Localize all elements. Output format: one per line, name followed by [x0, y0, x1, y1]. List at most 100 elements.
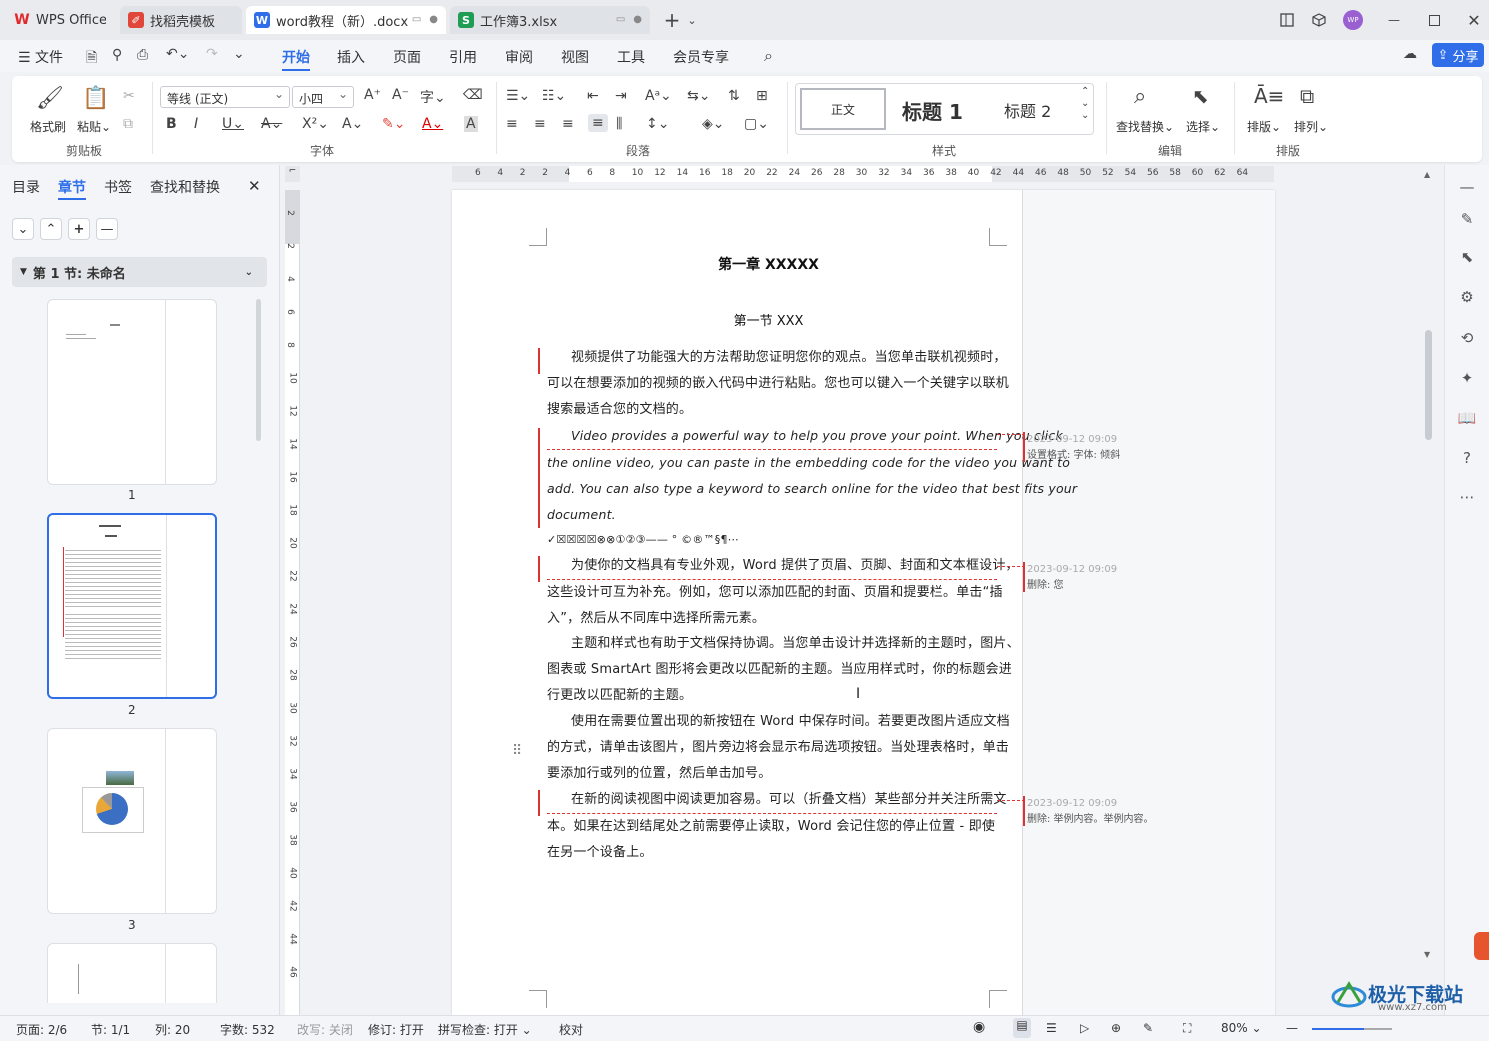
text-effect-icon[interactable]: A⌄ — [342, 116, 363, 132]
copy-icon[interactable]: ⧉ — [123, 116, 133, 132]
paste-button[interactable]: 粘贴⌄ — [77, 118, 111, 135]
search-icon[interactable]: ⌕ — [1134, 84, 1146, 109]
panel-tab-toc[interactable]: 目录 — [12, 177, 40, 197]
panel-tab-find-replace[interactable]: 查找和替换 — [150, 177, 220, 197]
cloud-icon[interactable]: ☁ — [1403, 46, 1417, 62]
drag-handle-icon[interactable]: ⠿ — [512, 743, 522, 759]
symbols-line[interactable]: ✓☒☒☒☒⊗⊗①②③—— ° ©®™§¶⋯ — [547, 527, 997, 553]
zoom-out-icon[interactable]: — — [1286, 1021, 1298, 1035]
show-marks-icon[interactable]: ⊞ — [756, 88, 768, 104]
play-icon[interactable]: ▷ — [1080, 1021, 1089, 1035]
help-icon[interactable]: ? — [1457, 448, 1477, 468]
tab-workbook[interactable]: S 工作簿3.xlsx ▭ ● — [450, 6, 650, 34]
web-view-icon[interactable]: ⊕ — [1111, 1021, 1121, 1035]
tab-word-doc[interactable]: W word教程（新）.docx ▭ ● — [246, 6, 446, 34]
revision-comment[interactable]: 2023-09-12 09:09 删除: 举例内容。举例内容。 — [1023, 796, 1154, 828]
close-icon[interactable]: ✕ — [1464, 10, 1484, 30]
tab-tools[interactable]: 工具 — [617, 47, 645, 67]
pointer-icon[interactable]: ⬉ — [1457, 247, 1477, 267]
vertical-ruler[interactable]: 2 2 4 6 8 10 12 14 16 18 20 22 24 26 28 30 32 34 36 38 40 42 4… — [285, 190, 300, 1015]
scroll-up-icon[interactable]: ▲ — [1424, 170, 1434, 180]
style-heading-2[interactable]: 标题 2 — [1004, 98, 1051, 122]
page-thumbnail-4[interactable] — [47, 943, 217, 1003]
shading-icon[interactable]: ◈⌄ — [702, 116, 725, 132]
document-page[interactable]: 第一章 XXXXX 第一节 XXX 视频提供了功能强大的方法帮助您证明您你的观点… — [452, 190, 1275, 1016]
magic-icon[interactable]: ✦ — [1457, 368, 1477, 388]
clear-format-icon[interactable]: ⌫ — [463, 87, 483, 103]
tab-references[interactable]: 引用 — [449, 47, 477, 67]
spell-check-status[interactable]: 拼写检查: 打开 ⌄ — [438, 1021, 532, 1038]
font-color-icon[interactable]: A⌄ — [422, 116, 443, 132]
bullet-list-icon[interactable]: ☰⌄ — [506, 88, 530, 104]
justify-icon[interactable]: ≡ — [588, 114, 608, 132]
book-icon[interactable]: 📖 — [1457, 408, 1477, 428]
tab-wps-office[interactable]: W WPS Office — [6, 6, 114, 34]
section-indicator[interactable]: 节: 1/1 — [91, 1021, 130, 1038]
pen-mode-icon[interactable]: ✎ — [1143, 1021, 1153, 1035]
style-normal[interactable]: 正文 — [800, 88, 886, 130]
panel-tab-chapters[interactable]: 章节 — [58, 177, 86, 197]
pen-icon[interactable]: ✎ — [1457, 209, 1477, 229]
paragraph-3[interactable]: 为使你的文档具有专业外观，Word 提供了页眉、页脚、封面和文本框设计， 这些设… — [547, 553, 1019, 632]
page-thumbnail-3[interactable] — [47, 728, 217, 914]
paragraph-6[interactable]: 在新的阅读视图中阅读更加容易。可以（折叠文档）某些部分并关注所需文 本。如果在达… — [547, 787, 1006, 866]
word-count[interactable]: 字数: 532 — [220, 1021, 275, 1038]
link-icon[interactable]: ⚲ — [112, 47, 122, 63]
overtype-status[interactable]: 改写: 关闭 — [297, 1021, 353, 1038]
search-icon[interactable]: ⌕ — [764, 46, 773, 66]
phonetic-icon[interactable]: 字⌄ — [420, 87, 446, 107]
ruler-corner[interactable]: ⌐ — [285, 166, 300, 182]
tab-home[interactable]: 开始 — [282, 47, 310, 67]
cube-icon[interactable] — [1309, 10, 1329, 30]
unsaved-dot-icon[interactable]: ● — [633, 14, 642, 25]
arrange-icon[interactable]: ⧉ — [1300, 84, 1314, 108]
zoom-select[interactable]: 80% ⌄ — [1221, 1021, 1262, 1035]
bold-icon[interactable]: B — [166, 116, 177, 132]
superscript-icon[interactable]: X²⌄ — [302, 116, 329, 132]
cursor-select-icon[interactable]: ⬉ — [1192, 84, 1209, 108]
page-thumbnail-1[interactable] — [47, 299, 217, 485]
find-replace-button[interactable]: 查找替换⌄ — [1116, 118, 1174, 135]
typesetting-icon[interactable]: Ā≡ — [1254, 84, 1284, 108]
grow-font-icon[interactable]: A⁺ — [364, 87, 381, 103]
cut-icon[interactable]: ✂ — [123, 88, 135, 104]
page-view-icon[interactable]: ▤ — [1013, 1018, 1031, 1038]
distribute-icon[interactable]: ⫼ — [616, 116, 622, 132]
sort-icon[interactable]: ⇅ — [728, 88, 740, 104]
underline-icon[interactable]: U⌄ — [222, 116, 244, 132]
swap-icon[interactable]: ⇆⌄ — [687, 88, 710, 104]
remove-icon[interactable]: — — [96, 218, 118, 240]
align-right-icon[interactable]: ≡ — [562, 116, 574, 132]
adjust-icon[interactable]: ⚙ — [1457, 287, 1477, 307]
char-shading-icon[interactable]: A — [464, 116, 478, 132]
style-scroll-icon[interactable]: ⌃ ⌄ ⌄ — [1081, 86, 1089, 122]
typesetting-button[interactable]: 排版⌄ — [1247, 118, 1281, 135]
page-thumbnail-2[interactable] — [47, 513, 217, 699]
revision-comment[interactable]: 2023-09-12 09:09 设置格式: 字体: 倾斜 — [1022, 432, 1120, 464]
feedback-badge[interactable] — [1474, 932, 1489, 960]
section-item[interactable]: ▼ 第 1 节: 未命名 ⌄ — [12, 257, 267, 287]
numbered-list-icon[interactable]: ☷⌄ — [542, 88, 566, 104]
font-size-select[interactable]: 小四 — [292, 86, 354, 108]
highlight-icon[interactable]: ✎⌄ — [382, 116, 405, 132]
file-menu[interactable]: ☰ 文件 — [18, 47, 63, 67]
chevron-up-icon[interactable]: ⌃ — [40, 218, 62, 240]
print-preview-icon[interactable]: ⎙ — [137, 47, 148, 63]
fit-icon[interactable]: ⛶ — [1183, 1021, 1191, 1036]
unsaved-dot-icon[interactable]: ● — [429, 14, 438, 25]
outline-view-icon[interactable]: ☰ — [1046, 1021, 1057, 1035]
avatar[interactable]: WP — [1343, 10, 1363, 30]
align-center-icon[interactable]: ≡ — [534, 116, 546, 132]
maximize-icon[interactable] — [1424, 10, 1444, 30]
panel-tab-bookmarks[interactable]: 书签 — [104, 177, 132, 197]
tab-docer[interactable]: ✐ 找稻壳模板 — [120, 6, 242, 34]
paragraph-5[interactable]: 使用在需要位置出现的新按钮在 Word 中保存时间。若要更改图片适应文档 的方式… — [547, 709, 1010, 787]
chapter-heading[interactable]: 第一章 XXXXX — [452, 254, 1085, 274]
translate-icon[interactable]: ⟲ — [1457, 328, 1477, 348]
chevron-down-icon[interactable]: ⌄ — [682, 10, 702, 30]
scroll-down-icon[interactable]: ▼ — [1424, 950, 1434, 959]
arrange-button[interactable]: 排列⌄ — [1294, 118, 1328, 135]
decrease-indent-icon[interactable]: ⇤ — [587, 88, 599, 104]
italic-icon[interactable]: I — [194, 116, 198, 132]
layout-icon[interactable] — [1277, 10, 1297, 30]
